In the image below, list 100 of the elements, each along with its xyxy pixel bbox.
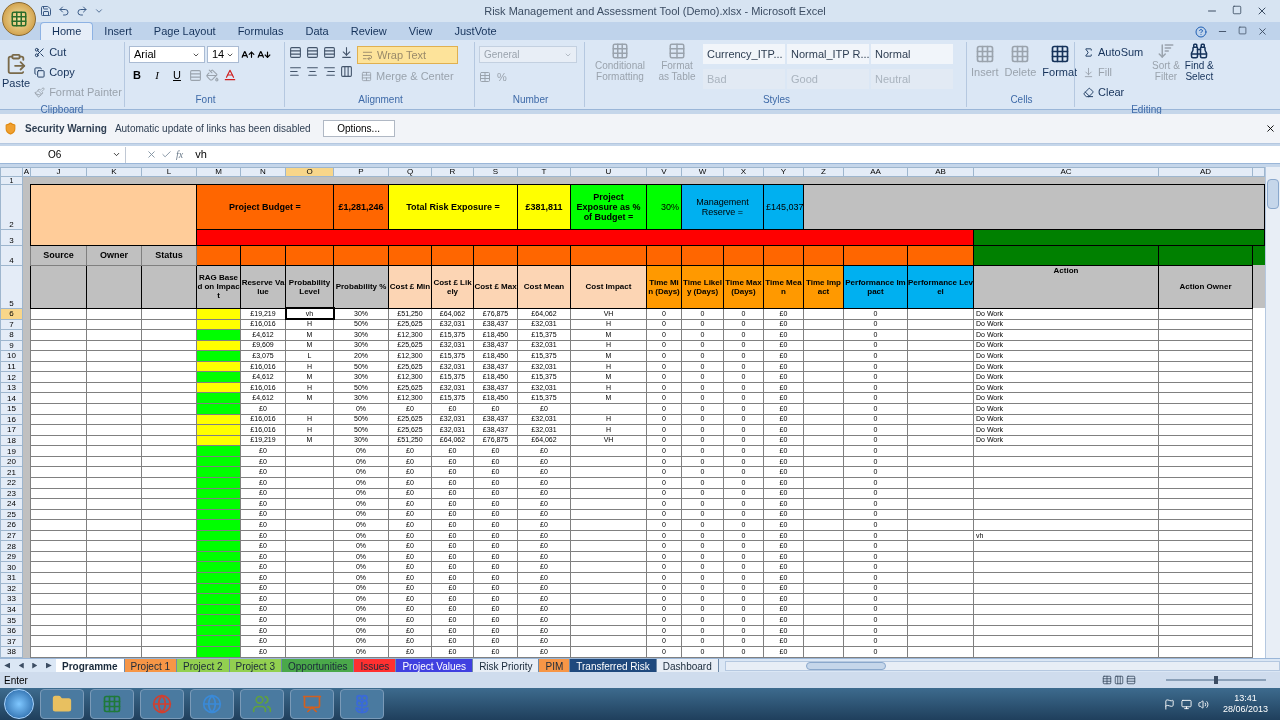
row-header[interactable]: 9	[0, 340, 23, 351]
column-header[interactable]: V	[646, 167, 682, 177]
enter-icon[interactable]	[161, 149, 172, 160]
cell-style[interactable]: Currency_ITP...	[703, 44, 785, 64]
autosum-button[interactable]: AutoSum	[1079, 42, 1148, 62]
format-button[interactable]: Format	[1042, 44, 1078, 92]
column-header[interactable]: T	[517, 167, 571, 177]
row-header[interactable]: 23	[0, 488, 23, 499]
row-header[interactable]: 35	[0, 614, 23, 626]
align-left-icon[interactable]	[289, 65, 302, 78]
normal-view-icon[interactable]	[1102, 675, 1112, 685]
options-button[interactable]: Options...	[322, 120, 395, 137]
row-header[interactable]: 14	[0, 392, 23, 404]
redo-icon[interactable]	[76, 5, 88, 17]
ribbon-tab[interactable]: Insert	[93, 22, 143, 40]
row-header[interactable]: 25	[0, 509, 23, 520]
flag-icon[interactable]	[1163, 698, 1175, 710]
last-sheet-icon[interactable]	[45, 662, 52, 669]
column-header[interactable]: U	[570, 167, 647, 177]
font-family-field[interactable]: Arial	[129, 46, 205, 63]
row-header[interactable]: 4	[0, 245, 23, 266]
next-sheet-icon[interactable]	[32, 662, 38, 669]
sheet-tab[interactable]: Dashboard	[656, 659, 719, 672]
zoom-slider-thumb[interactable]	[1214, 676, 1218, 684]
row-header[interactable]: 32	[0, 583, 23, 594]
sheet-tab[interactable]: Opportunities	[282, 659, 355, 672]
underline-button[interactable]: U	[169, 67, 185, 83]
maximize-icon[interactable]	[1232, 5, 1242, 15]
cut-button[interactable]: Cut	[30, 42, 126, 62]
row-header[interactable]: 37	[0, 635, 23, 647]
align-right-icon[interactable]	[323, 65, 336, 78]
save-icon[interactable]	[40, 5, 52, 17]
ribbon-tab[interactable]: Formulas	[226, 22, 295, 40]
volume-icon[interactable]	[1197, 698, 1209, 710]
row-header[interactable]: 5	[0, 265, 23, 309]
row-header[interactable]: 6	[0, 308, 23, 319]
row-header[interactable]: 11	[0, 361, 23, 372]
cell-style[interactable]: Normal_ITP R...	[787, 44, 869, 64]
column-header[interactable]: W	[681, 167, 724, 177]
row-header[interactable]: 13	[0, 382, 23, 393]
column-header[interactable]: O	[285, 167, 334, 177]
row-header[interactable]: 24	[0, 498, 23, 510]
sheet-tab[interactable]: PIM	[539, 659, 571, 672]
row-header[interactable]: 15	[0, 403, 23, 415]
find-select-button[interactable]: Find & Select	[1184, 42, 1214, 102]
italic-button[interactable]: I	[149, 67, 165, 83]
office-logo-icon[interactable]	[2, 2, 36, 36]
ribbon-tab[interactable]: View	[397, 22, 444, 40]
folder-icon[interactable]	[52, 694, 72, 714]
ribbon-tab[interactable]: Review	[339, 22, 398, 40]
column-header[interactable]: Y	[763, 167, 804, 177]
column-header[interactable]: AB	[907, 167, 974, 177]
column-header[interactable]: AA	[843, 167, 908, 177]
undo-icon[interactable]	[58, 5, 70, 17]
column-header[interactable]: K	[86, 167, 142, 177]
column-header[interactable]: R	[431, 167, 474, 177]
column-header[interactable]: Z	[803, 167, 844, 177]
row-header[interactable]: 33	[0, 593, 23, 605]
align-center-icon[interactable]	[306, 65, 319, 78]
cell-style[interactable]: Normal	[871, 44, 953, 64]
clear-button[interactable]: Clear	[1079, 82, 1148, 102]
column-header[interactable]: Q	[388, 167, 432, 177]
row-header[interactable]: 18	[0, 435, 23, 446]
caret-icon[interactable]	[94, 6, 104, 16]
sheet-tab[interactable]: Project Values	[396, 659, 474, 672]
column-header[interactable]: N	[240, 167, 286, 177]
sheet-tab[interactable]: Project 2	[177, 659, 230, 672]
column-header[interactable]: S	[473, 167, 518, 177]
row-header[interactable]: 29	[0, 551, 23, 562]
insert-function-button[interactable]: fx	[176, 147, 184, 162]
row-header[interactable]: 34	[0, 604, 23, 615]
column-header[interactable]: L	[141, 167, 197, 177]
row-header[interactable]: 7	[0, 319, 23, 330]
ribbon-tab[interactable]: Home	[40, 22, 94, 40]
row-header[interactable]: 10	[0, 350, 23, 362]
sheet-tab[interactable]: Issues	[354, 659, 397, 672]
horizontal-scrollbar[interactable]	[724, 660, 1280, 671]
network-icon[interactable]	[1180, 698, 1192, 710]
help-icon[interactable]	[1195, 26, 1207, 38]
column-header[interactable]: X	[723, 167, 764, 177]
first-sheet-icon[interactable]	[4, 662, 11, 669]
row-header[interactable]: 36	[0, 625, 23, 636]
sheet-tab[interactable]: Project 1	[124, 659, 178, 672]
cancel-icon[interactable]	[146, 149, 157, 160]
column-header[interactable]: M	[196, 167, 241, 177]
close-icon[interactable]	[1256, 5, 1268, 17]
row-header[interactable]: 17	[0, 424, 23, 436]
row-header[interactable]: 26	[0, 519, 23, 531]
vertical-scrollbar[interactable]	[1265, 167, 1280, 658]
column-header[interactable]: AD	[1158, 167, 1253, 177]
row-header[interactable]: 28	[0, 540, 23, 552]
row-header[interactable]: 16	[0, 414, 23, 425]
copy-button[interactable]: Copy	[30, 62, 126, 82]
row-header[interactable]: 27	[0, 530, 23, 541]
row-header[interactable]: 12	[0, 371, 23, 383]
row-header[interactable]: 21	[0, 466, 23, 478]
font-color-icon[interactable]	[223, 68, 237, 82]
fill-color-icon[interactable]	[206, 68, 219, 82]
row-header[interactable]: 38	[0, 646, 23, 658]
bold-button[interactable]: B	[129, 67, 145, 83]
